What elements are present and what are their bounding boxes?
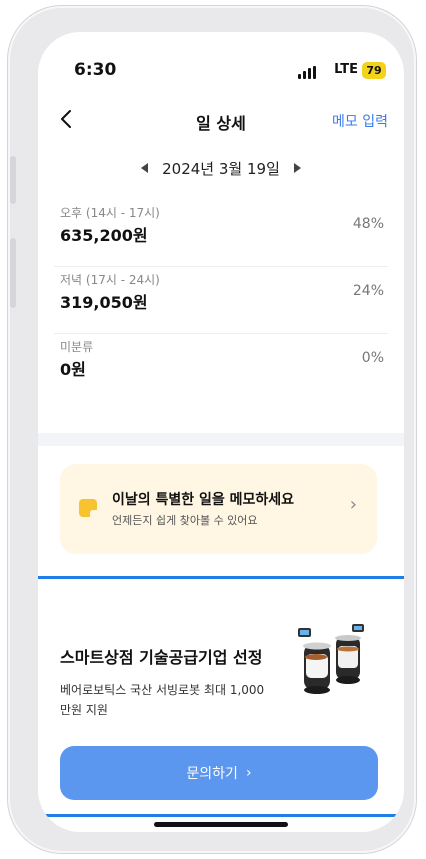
memo-card-title: 이날의 특별한 일을 메모하세요 xyxy=(112,492,295,508)
section-divider xyxy=(38,433,404,446)
promo-description: 베어로보틱스 국산 서빙로봇 최대 1,000 만원 지원 xyxy=(60,683,265,717)
period-label: 저녁 (17시 - 24시) xyxy=(60,273,160,287)
period-amount: 635,200원 xyxy=(60,226,148,245)
chevron-right-icon: › xyxy=(349,494,357,515)
status-bar: 6:30 LTE 79 xyxy=(38,60,404,84)
nav-bar: 일 상세 메모 입력 xyxy=(38,106,404,136)
network-label: LTE xyxy=(334,62,358,77)
memo-note-icon xyxy=(79,499,97,517)
home-indicator xyxy=(154,822,288,827)
date-label: 2024년 3월 19일 xyxy=(162,159,280,178)
promo-title: 스마트상점 기술공급기업 선정 xyxy=(60,648,263,667)
memo-card[interactable]: 이날의 특별한 일을 메모하세요 언제든지 쉽게 찾아볼 수 있어요 › xyxy=(60,464,377,554)
time-breakdown-list: 오후 (14시 - 17시) 635,200원 48% 저녁 (17시 - 24… xyxy=(38,200,404,400)
chevron-right-icon: › xyxy=(245,765,252,781)
serving-robot-image xyxy=(298,624,364,694)
inquiry-button-label: 문의하기 xyxy=(186,766,238,782)
list-item: 오후 (14시 - 17시) 635,200원 48% xyxy=(54,200,388,267)
status-time: 6:30 xyxy=(74,60,117,80)
prev-date-icon[interactable] xyxy=(141,163,149,173)
inquiry-button[interactable]: 문의하기 › xyxy=(60,746,378,800)
period-percent: 24% xyxy=(352,283,384,299)
period-label: 오후 (14시 - 17시) xyxy=(60,206,160,220)
next-date-icon[interactable] xyxy=(293,163,301,173)
memo-input-button[interactable]: 메모 입력 xyxy=(332,111,388,131)
period-percent: 0% xyxy=(361,350,384,366)
battery-level: 79 xyxy=(366,64,382,77)
period-amount: 0원 xyxy=(60,360,86,379)
date-selector: 2024년 3월 19일 xyxy=(38,156,404,180)
phone-frame: 6:30 LTE 79 일 상세 메모 입력 2024년 3월 19일 오후 (… xyxy=(8,6,416,853)
volume-up-button xyxy=(10,156,16,204)
battery-icon: 79 xyxy=(362,62,386,79)
list-item: 미분류 0원 0% xyxy=(54,334,388,400)
screen: 6:30 LTE 79 일 상세 메모 입력 2024년 3월 19일 오후 (… xyxy=(38,32,404,832)
volume-down-button xyxy=(10,238,16,308)
list-item: 저녁 (17시 - 24시) 319,050원 24% xyxy=(54,267,388,334)
period-label: 미분류 xyxy=(60,340,94,354)
memo-card-subtitle: 언제든지 쉽게 찾아볼 수 있어요 xyxy=(112,514,258,527)
signal-icon xyxy=(298,66,316,79)
period-percent: 48% xyxy=(352,216,384,232)
period-amount: 319,050원 xyxy=(60,293,148,312)
